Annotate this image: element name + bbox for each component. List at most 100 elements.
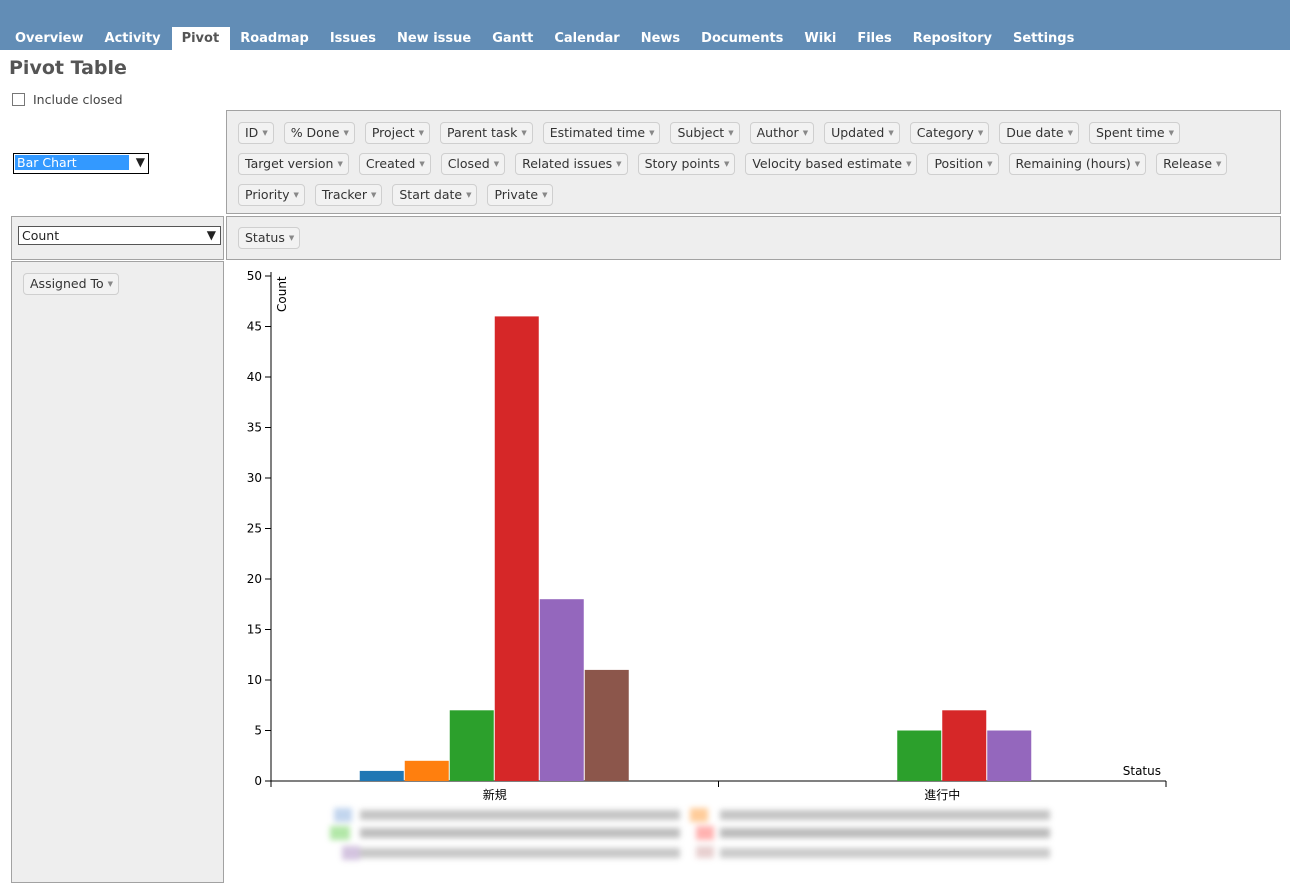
- page-title: Pivot Table: [9, 57, 127, 79]
- attribute-spent-time[interactable]: Spent time ▼: [1089, 122, 1180, 144]
- tab-roadmap[interactable]: Roadmap: [230, 27, 320, 50]
- attribute-remaining-hours[interactable]: Remaining (hours) ▼: [1008, 153, 1147, 175]
- attribute-label: Created: [365, 156, 416, 171]
- y-tick-label: 10: [247, 673, 262, 687]
- attributes-row: Priority ▼ Tracker ▼ Start date ▼ Private ▼: [238, 184, 563, 206]
- dropdown-triangle-icon: ▼: [1216, 160, 1222, 168]
- include-closed-checkbox[interactable]: [12, 93, 25, 106]
- y-axis-label: Count: [275, 276, 289, 312]
- dropdown-triangle-icon: ▼: [466, 191, 472, 199]
- aggregator-panel: Count ▼: [11, 216, 224, 260]
- attribute-label: Parent task: [447, 125, 518, 140]
- dropdown-triangle-icon: ▼: [723, 160, 730, 168]
- attribute-private[interactable]: Private ▼: [487, 184, 554, 206]
- attribute-label: Project: [371, 125, 415, 140]
- attribute-label: Updated: [831, 125, 885, 140]
- attribute-done[interactable]: % Done ▼: [283, 122, 355, 144]
- attribute-due-date[interactable]: Due date ▼: [999, 122, 1079, 144]
- attribute-label: ID: [245, 125, 259, 140]
- attribute-related-issues[interactable]: Related issues ▼: [515, 153, 628, 175]
- dropdown-triangle-icon: ▼: [293, 191, 299, 199]
- chevron-down-icon: ▼: [135, 155, 145, 169]
- tab-wiki[interactable]: Wiki: [794, 27, 847, 50]
- tab-pivot[interactable]: Pivot: [171, 27, 231, 50]
- dropdown-triangle-icon: ▼: [977, 129, 984, 137]
- y-tick-label: 0: [254, 774, 262, 788]
- row-attribute-assigned-to[interactable]: Assigned To ▼: [23, 273, 120, 295]
- y-tick-label: 5: [254, 724, 262, 738]
- row-attribute-label: Assigned To: [30, 276, 104, 291]
- legend-obscured: [330, 806, 1058, 864]
- attribute-created[interactable]: Created ▼: [358, 153, 431, 175]
- tab-activity[interactable]: Activity: [95, 27, 172, 50]
- attribute-label: Category: [916, 125, 974, 140]
- unused-attributes-panel: ID ▼% Done ▼ Project ▼ Parent task ▼ Estimated …: [226, 110, 1281, 214]
- attribute-label: Start date: [399, 187, 463, 202]
- bar-series-4-category-1: [987, 730, 1032, 781]
- include-closed-option[interactable]: Include closed: [12, 92, 123, 107]
- bar-series-2-category-1: [897, 730, 942, 781]
- y-tick-label: 35: [247, 421, 262, 435]
- attribute-label: Story points: [644, 156, 720, 171]
- dropdown-triangle-icon: ▼: [616, 160, 622, 168]
- bar-series-5-category-0: [584, 669, 629, 781]
- tab-repository[interactable]: Repository: [903, 27, 1003, 50]
- attribute-parent-task[interactable]: Parent task ▼: [440, 122, 533, 144]
- column-attribute-status[interactable]: Status ▼: [238, 227, 301, 249]
- attribute-label: Remaining (hours): [1015, 156, 1131, 171]
- tab-calendar[interactable]: Calendar: [544, 27, 630, 50]
- attribute-label: Position: [934, 156, 984, 171]
- chevron-down-icon: ▼: [206, 228, 216, 242]
- attribute-estimated-time[interactable]: Estimated time ▼: [542, 122, 661, 144]
- dropdown-triangle-icon: ▼: [1067, 129, 1073, 137]
- attribute-position[interactable]: Position ▼: [927, 153, 999, 175]
- dropdown-triangle-icon: ▼: [888, 129, 894, 137]
- attribute-project[interactable]: Project ▼: [364, 122, 431, 144]
- attribute-release[interactable]: Release ▼: [1156, 153, 1228, 175]
- attribute-subject[interactable]: Subject ▼: [670, 122, 740, 144]
- tab-overview[interactable]: Overview: [5, 27, 95, 50]
- tab-documents[interactable]: Documents: [691, 27, 794, 50]
- attribute-label: Tracker: [321, 187, 367, 202]
- tab-files[interactable]: Files: [847, 27, 902, 50]
- dropdown-triangle-icon: ▼: [1168, 129, 1174, 137]
- y-tick-label: 40: [247, 370, 262, 384]
- attribute-label: Estimated time: [549, 125, 646, 140]
- attribute-closed[interactable]: Closed ▼: [440, 153, 506, 175]
- attributes-row: Target version ▼ Created ▼ Closed ▼ Related is…: [238, 153, 1237, 175]
- dropdown-triangle-icon: ▼: [802, 129, 809, 137]
- attribute-label: Related issues: [522, 156, 613, 171]
- y-tick-label: 25: [247, 522, 262, 536]
- dropdown-triangle-icon: ▼: [521, 129, 527, 137]
- include-closed-label: Include closed: [33, 92, 123, 107]
- dropdown-triangle-icon: ▼: [1134, 160, 1141, 168]
- y-tick-label: 30: [247, 471, 262, 485]
- attribute-label: Private: [494, 187, 539, 202]
- attribute-author[interactable]: Author ▼: [749, 122, 815, 144]
- dropdown-triangle-icon: ▼: [728, 129, 734, 137]
- attribute-story-points[interactable]: Story points ▼: [637, 153, 736, 175]
- renderer-select[interactable]: Bar Chart ▼: [13, 153, 149, 174]
- y-tick-label: 15: [247, 623, 262, 637]
- tab-settings[interactable]: Settings: [1003, 27, 1085, 50]
- attribute-start-date[interactable]: Start date ▼: [392, 184, 478, 206]
- attribute-priority[interactable]: Priority ▼: [238, 184, 305, 206]
- tab-new-issue[interactable]: New issue: [387, 27, 482, 50]
- attribute-updated[interactable]: Updated ▼: [824, 122, 900, 144]
- dropdown-triangle-icon: ▼: [493, 160, 500, 168]
- tab-issues[interactable]: Issues: [320, 27, 387, 50]
- attribute-label: Release: [1163, 156, 1213, 171]
- attribute-velocity-based-estimate[interactable]: Velocity based estimate ▼: [745, 153, 918, 175]
- tab-gantt[interactable]: Gantt: [482, 27, 544, 50]
- attribute-category[interactable]: Category ▼: [909, 122, 990, 144]
- tab-news[interactable]: News: [631, 27, 691, 50]
- aggregator-select[interactable]: Count ▼: [18, 226, 221, 245]
- attribute-id[interactable]: ID ▼: [238, 122, 274, 144]
- attribute-target-version[interactable]: Target version ▼: [238, 153, 349, 175]
- bar-chart: 0 5 10 15 20 25 30 35 40 45 50 Count 新規 進行中 Status: [247, 269, 1167, 802]
- attribute-tracker[interactable]: Tracker ▼: [314, 184, 383, 206]
- attribute-label: % Done: [290, 125, 340, 140]
- attribute-label: Target version: [245, 156, 334, 171]
- dropdown-triangle-icon: ▼: [343, 129, 349, 137]
- attribute-label: Velocity based estimate: [752, 156, 903, 171]
